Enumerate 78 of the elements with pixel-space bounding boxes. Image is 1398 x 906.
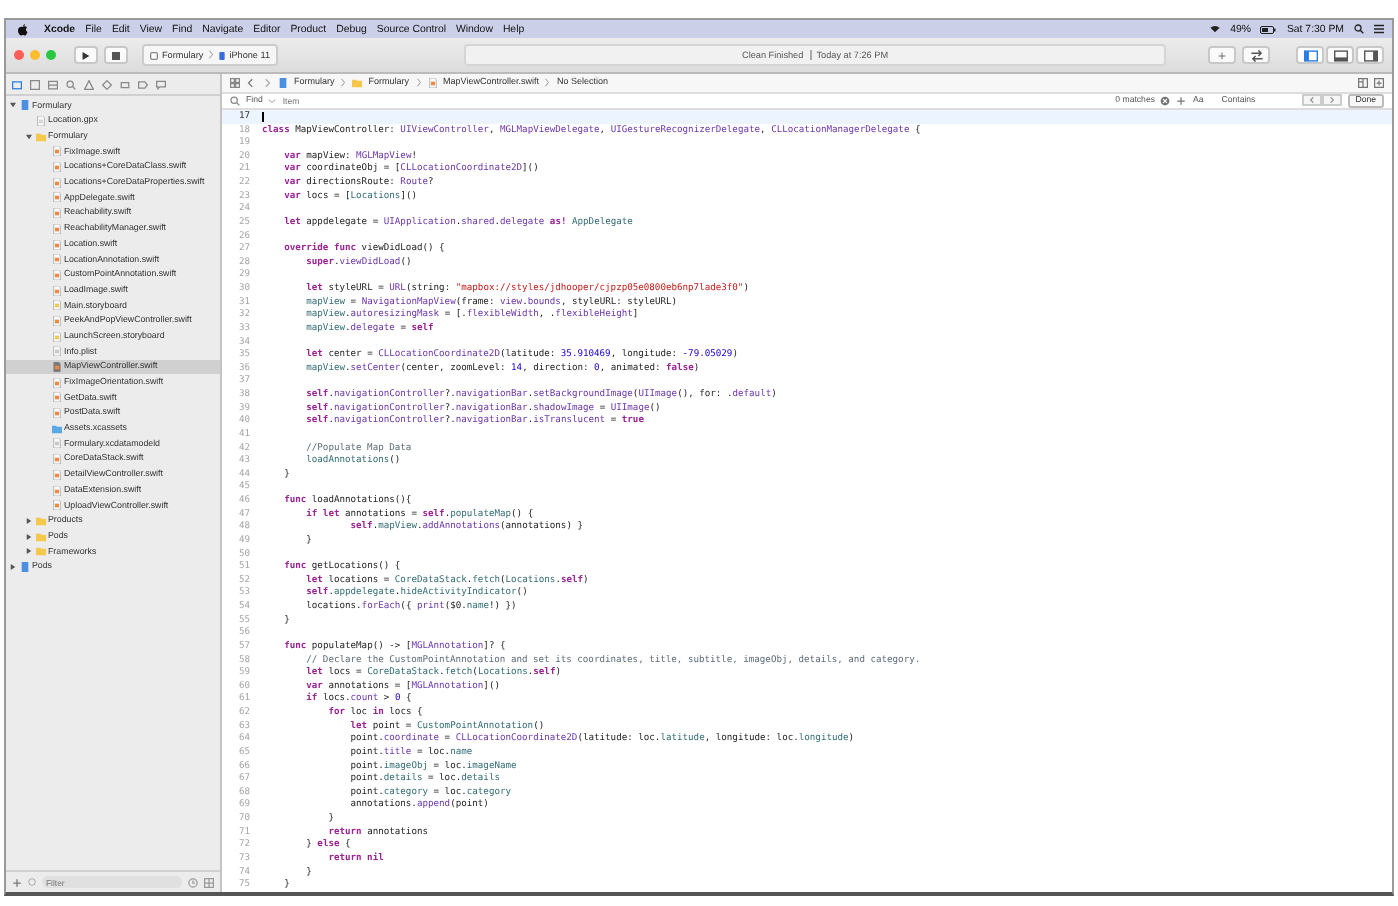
file-icon [51,485,61,496]
phone-icon [217,51,226,59]
add-icon[interactable] [12,877,22,887]
file-icon [51,208,61,219]
previous-button[interactable] [1301,94,1322,107]
folder-icon [51,423,61,434]
grid-icon[interactable] [230,77,240,88]
app-icon [150,51,158,59]
search-icon[interactable] [1354,24,1364,34]
collapsed-triangle-icon[interactable] [10,563,16,570]
file-icon [51,285,61,296]
collapsed-triangle-icon[interactable] [26,533,32,540]
folder-icon [35,131,45,142]
file-icon [51,254,61,265]
file-icon [51,223,61,234]
breakpoint-icon[interactable] [138,79,148,89]
clock-icon[interactable] [188,877,198,887]
file-icon [51,192,61,203]
zoom-button[interactable] [46,50,56,60]
close-button[interactable] [14,50,24,60]
split-view-icon[interactable] [1358,77,1368,88]
file-icon [51,392,61,403]
run-button[interactable] [74,46,98,64]
file-icon [51,362,61,373]
file-icon [51,500,61,511]
project-icon [19,100,29,111]
hierarchy-icon[interactable] [48,79,58,89]
code-review-icon[interactable] [1242,46,1270,64]
grid-icon[interactable] [204,877,214,887]
file-icon [51,177,61,188]
source-control-icon[interactable] [30,79,40,89]
left-chevron-icon [1307,96,1316,105]
plus-icon[interactable] [1176,95,1187,106]
wifi-icon[interactable] [1210,24,1221,34]
expanded-triangle-icon[interactable] [10,102,16,109]
list-icon[interactable] [1374,24,1384,34]
battery-icon[interactable] [1260,25,1277,33]
file-icon [51,162,61,173]
plus-icon [1218,51,1226,59]
file-icon [51,315,61,326]
chevron-icon [415,78,422,88]
collapsed-triangle-icon[interactable] [26,517,32,524]
chevron-icon [544,78,551,88]
file-icon [51,146,61,157]
inspector-toggle-icon[interactable] [1356,46,1384,64]
folder-icon[interactable] [12,79,22,89]
file-icon [51,377,61,388]
stop-button[interactable] [104,46,128,64]
add-editor-icon[interactable] [1374,77,1384,88]
next-button[interactable] [1321,94,1342,107]
apple-icon[interactable] [18,23,28,35]
file-icon [51,269,61,280]
navigator-toggle-icon[interactable] [1296,46,1324,64]
debug-area-toggle-icon[interactable] [1326,46,1354,64]
warning-icon[interactable] [84,79,94,89]
expanded-triangle-icon[interactable] [26,133,32,140]
project-icon [19,561,29,572]
file-icon [51,331,61,342]
diamond-icon[interactable] [102,79,112,89]
file-icon [51,239,61,250]
file-icon [51,438,61,449]
stop-icon [112,51,120,59]
file-icon [51,454,61,465]
file-icon [51,469,61,480]
search-icon [230,95,240,106]
collapsed-triangle-icon[interactable] [26,548,32,555]
project-icon [278,77,288,88]
play-icon [82,51,90,59]
file-icon [51,300,61,311]
file-icon [35,116,45,127]
file-icon [51,346,61,357]
speech-bubble-icon[interactable] [156,79,166,89]
clear-icon[interactable] [1160,95,1171,106]
right-chevron-icon [1327,96,1336,105]
text-cursor [262,111,264,122]
chevron-icon [207,50,214,60]
chevron-icon [340,78,347,88]
file-icon [51,408,61,419]
